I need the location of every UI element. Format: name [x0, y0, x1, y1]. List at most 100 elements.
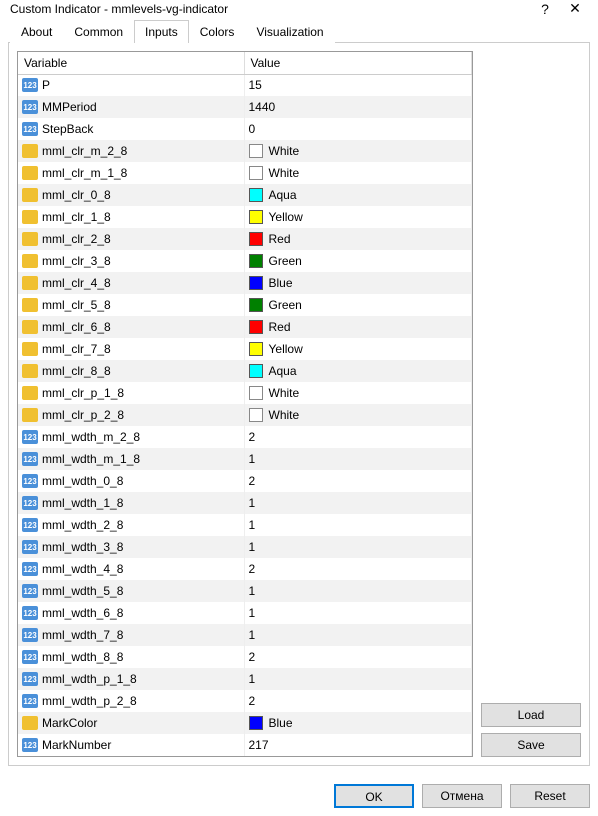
color-swatch [249, 166, 263, 180]
color-swatch [249, 188, 263, 202]
variable-name: mml_clr_1_8 [42, 210, 111, 224]
color-swatch [249, 386, 263, 400]
value-text: 2 [249, 562, 256, 576]
table-row[interactable]: 123StepBack0 [18, 118, 472, 140]
variable-name: MMPeriod [42, 100, 97, 114]
variable-name: StepBack [42, 122, 93, 136]
color-swatch [249, 276, 263, 290]
tab-colors[interactable]: Colors [189, 20, 246, 43]
table-row[interactable]: 123mml_wdth_3_81 [18, 536, 472, 558]
integer-icon: 123 [22, 122, 38, 136]
table-row[interactable]: 123mml_wdth_p_1_81 [18, 668, 472, 690]
variable-name: mml_clr_p_2_8 [42, 408, 124, 422]
table-row[interactable]: 123mml_wdth_1_81 [18, 492, 472, 514]
table-row[interactable]: mml_clr_m_1_8 White [18, 162, 472, 184]
value-text: Green [269, 254, 302, 268]
value-text: White [269, 386, 300, 400]
value-text: 217 [249, 738, 269, 752]
column-variable[interactable]: Variable [18, 52, 244, 74]
table-row[interactable]: 123mml_wdth_0_82 [18, 470, 472, 492]
table-row[interactable]: mml_clr_0_8Aqua [18, 184, 472, 206]
table-row[interactable]: 123P15 [18, 74, 472, 96]
column-value[interactable]: Value [244, 52, 472, 74]
integer-icon: 123 [22, 430, 38, 444]
table-row[interactable]: 123mml_wdth_7_81 [18, 624, 472, 646]
variable-name: mml_wdth_5_8 [42, 584, 123, 598]
integer-icon: 123 [22, 628, 38, 642]
integer-icon: 123 [22, 100, 38, 114]
table-row[interactable]: 123MarkNumber217 [18, 734, 472, 756]
table-row[interactable]: 123mml_wdth_m_2_82 [18, 426, 472, 448]
value-text: White [269, 144, 300, 158]
table-row[interactable]: mml_clr_7_8Yellow [18, 338, 472, 360]
color-swatch [249, 320, 263, 334]
table-row[interactable]: 123mml_wdth_5_81 [18, 580, 472, 602]
value-text: Red [269, 320, 291, 334]
color-swatch [249, 232, 263, 246]
window-title: Custom Indicator - mmlevels-vg-indicator [10, 2, 530, 16]
value-text: 2 [249, 694, 256, 708]
integer-icon: 123 [22, 540, 38, 554]
value-text: Red [269, 232, 291, 246]
variable-name: mml_clr_8_8 [42, 364, 111, 378]
inputs-table: Variable Value 123P15123MMPeriod1440123S… [18, 52, 472, 756]
variable-name: mml_wdth_8_8 [42, 650, 123, 664]
color-swatch [249, 144, 263, 158]
integer-icon: 123 [22, 496, 38, 510]
table-row[interactable]: 123mml_wdth_2_81 [18, 514, 472, 536]
value-text: 1 [249, 496, 256, 510]
color-icon [22, 232, 38, 246]
table-row[interactable]: 123mml_wdth_6_81 [18, 602, 472, 624]
variable-name: mml_wdth_6_8 [42, 606, 123, 620]
value-text: White [269, 166, 300, 180]
integer-icon: 123 [22, 78, 38, 92]
value-text: White [269, 408, 300, 422]
color-swatch [249, 210, 263, 224]
table-row[interactable]: 123mml_wdth_8_82 [18, 646, 472, 668]
tab-common[interactable]: Common [63, 20, 134, 43]
load-button[interactable]: Load [481, 703, 581, 727]
table-row[interactable]: mml_clr_6_8Red [18, 316, 472, 338]
table-row[interactable]: mml_clr_8_8Aqua [18, 360, 472, 382]
table-row[interactable]: MarkColorBlue [18, 712, 472, 734]
table-row[interactable]: 123mml_wdth_p_2_82 [18, 690, 472, 712]
value-text: Yellow [269, 210, 303, 224]
tab-visualization[interactable]: Visualization [245, 20, 334, 43]
titlebar: Custom Indicator - mmlevels-vg-indicator… [0, 0, 598, 17]
tab-inputs[interactable]: Inputs [134, 20, 189, 43]
ok-button[interactable]: OK [334, 784, 414, 808]
reset-button[interactable]: Reset [510, 784, 590, 808]
table-row[interactable]: mml_clr_3_8Green [18, 250, 472, 272]
color-icon [22, 210, 38, 224]
table-row[interactable]: mml_clr_p_2_8 White [18, 404, 472, 426]
close-button[interactable]: ✕ [560, 0, 590, 17]
table-row[interactable]: mml_clr_p_1_8White [18, 382, 472, 404]
table-row[interactable]: 123MMPeriod1440 [18, 96, 472, 118]
value-text: 1 [249, 584, 256, 598]
inputs-panel: Variable Value 123P15123MMPeriod1440123S… [8, 43, 590, 766]
variable-name: mml_clr_m_2_8 [42, 144, 127, 158]
table-row[interactable]: 123mml_wdth_4_82 [18, 558, 472, 580]
variable-name: mml_wdth_4_8 [42, 562, 123, 576]
integer-icon: 123 [22, 606, 38, 620]
variable-name: mml_clr_2_8 [42, 232, 111, 246]
table-row[interactable]: 123mml_wdth_m_1_81 [18, 448, 472, 470]
color-icon [22, 320, 38, 334]
integer-icon: 123 [22, 452, 38, 466]
table-row[interactable]: mml_clr_2_8 Red [18, 228, 472, 250]
variable-name: mml_wdth_2_8 [42, 518, 123, 532]
inputs-table-wrap: Variable Value 123P15123MMPeriod1440123S… [17, 51, 473, 757]
tab-about[interactable]: About [10, 20, 63, 43]
save-button[interactable]: Save [481, 733, 581, 757]
variable-name: mml_wdth_0_8 [42, 474, 123, 488]
cancel-button[interactable]: Отмена [422, 784, 502, 808]
table-row[interactable]: mml_clr_m_2_8 White [18, 140, 472, 162]
table-row[interactable]: mml_clr_4_8Blue [18, 272, 472, 294]
variable-name: mml_clr_m_1_8 [42, 166, 127, 180]
value-text: 1 [249, 518, 256, 532]
table-row[interactable]: mml_clr_5_8Green [18, 294, 472, 316]
color-swatch [249, 342, 263, 356]
help-button[interactable]: ? [530, 1, 560, 17]
variable-name: mml_clr_7_8 [42, 342, 111, 356]
table-row[interactable]: mml_clr_1_8 Yellow [18, 206, 472, 228]
